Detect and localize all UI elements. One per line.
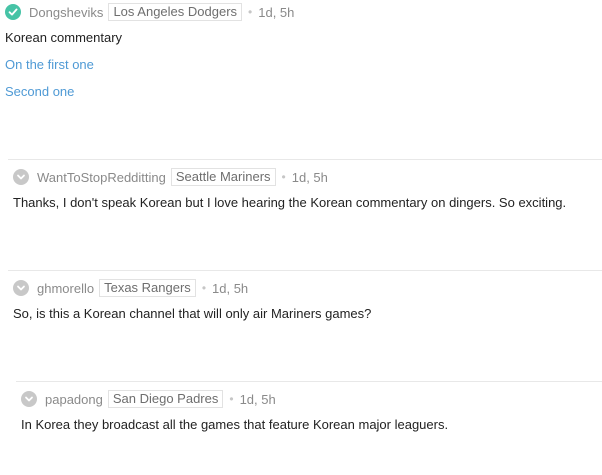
comment-link[interactable]: Second one	[5, 84, 74, 99]
upvote-button[interactable]	[5, 4, 21, 20]
comment-reply: WantToStopRedditting Seattle Mariners • …	[8, 159, 602, 269]
chevron-down-icon	[17, 285, 25, 291]
comment-body: So, is this a Korean channel that will o…	[13, 306, 372, 321]
separator-dot: •	[248, 5, 253, 19]
comment-meta: Dongsheviks Los Angeles Dodgers • 1d, 5h	[5, 2, 294, 22]
separator-dot: •	[229, 392, 234, 406]
separator-dot: •	[281, 170, 286, 184]
comment-meta: WantToStopRedditting Seattle Mariners • …	[13, 167, 328, 187]
comment-divider	[8, 270, 602, 271]
comment: Dongsheviks Los Angeles Dodgers • 1d, 5h…	[0, 0, 602, 150]
vote-toggle-button[interactable]	[21, 391, 37, 407]
comment-link[interactable]: On the first one	[5, 57, 94, 72]
vote-toggle-button[interactable]	[13, 169, 29, 185]
user-flair: Los Angeles Dodgers	[108, 3, 243, 21]
comment-reply: ghmorello Texas Rangers • 1d, 5h So, is …	[8, 270, 602, 380]
username[interactable]: WantToStopRedditting	[37, 170, 166, 185]
username[interactable]: papadong	[45, 392, 103, 407]
check-icon	[8, 8, 18, 16]
comment-meta: ghmorello Texas Rangers • 1d, 5h	[13, 278, 248, 298]
comment-age: 1d, 5h	[258, 4, 295, 20]
chevron-down-icon	[17, 174, 25, 180]
user-flair: Seattle Mariners	[170, 168, 276, 186]
comment-body: In Korea they broadcast all the games th…	[21, 417, 449, 432]
comment-body: Thanks, I don't speak Korean but I love …	[13, 195, 567, 210]
chevron-down-icon	[25, 396, 33, 402]
user-flair: Texas Rangers	[99, 279, 196, 297]
user-flair: San Diego Padres	[107, 390, 224, 408]
comment-reply: papadong San Diego Padres • 1d, 5h In Ko…	[16, 381, 602, 475]
comment-age: 1d, 5h	[291, 169, 328, 185]
separator-dot: •	[201, 281, 207, 295]
vote-toggle-button[interactable]	[13, 280, 29, 296]
username[interactable]: Dongsheviks	[29, 5, 103, 20]
comment-meta: papadong San Diego Padres • 1d, 5h	[21, 389, 276, 409]
username[interactable]: ghmorello	[37, 281, 94, 296]
comment-age: 1d, 5h	[239, 391, 276, 407]
comment-body: Korean commentary	[5, 30, 123, 45]
comment-age: 1d, 5h	[212, 280, 249, 296]
comment-divider	[16, 381, 602, 382]
comment-divider	[8, 159, 602, 160]
